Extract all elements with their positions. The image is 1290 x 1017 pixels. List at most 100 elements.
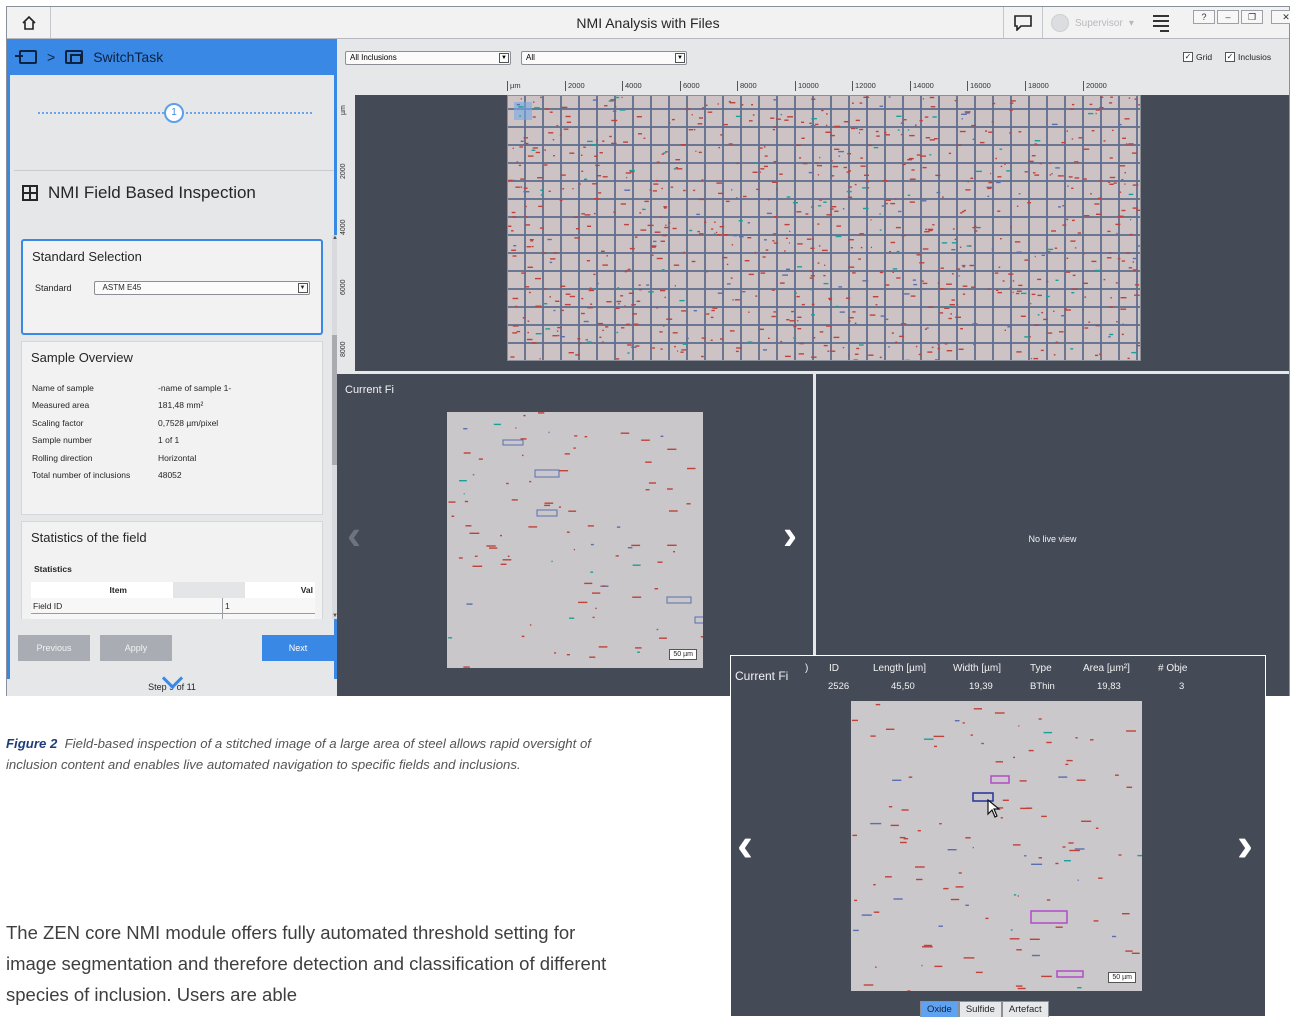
inclusion-speck — [663, 206, 668, 208]
inclusion-speck — [1077, 232, 1081, 234]
inclusion-outline[interactable] — [1030, 910, 1068, 924]
inclusion-speck — [1091, 130, 1095, 132]
chat-button[interactable] — [1003, 7, 1043, 38]
inclusion-speck — [706, 313, 710, 315]
inclusion-speck — [569, 617, 575, 619]
inclusion-speck — [937, 282, 940, 284]
inclusion-speck — [634, 236, 638, 238]
grid-checkbox[interactable]: ✓ Grid — [1183, 52, 1212, 62]
inclusion-speck — [985, 917, 989, 920]
inclusion-speck — [817, 174, 820, 176]
inclusion-speck — [901, 234, 907, 237]
inclusion-speck — [602, 329, 604, 332]
stitched-overview-image[interactable] — [507, 95, 1141, 361]
inclusion-speck — [1095, 354, 1099, 357]
inclusion-speck — [838, 286, 843, 288]
inclusion-speck — [784, 223, 790, 226]
inclusion-speck — [924, 116, 929, 118]
col-value-header[interactable]: Val — [245, 585, 315, 595]
inclusion-speck — [589, 656, 596, 658]
inclusion-speck — [602, 341, 604, 343]
close-button[interactable]: ✕ — [1271, 10, 1290, 24]
inclusion-speck — [557, 334, 560, 337]
ruler-tick: 6000 — [680, 81, 700, 91]
inclusion-speck — [540, 189, 543, 191]
inclusion-speck — [932, 116, 937, 118]
minimize-button[interactable]: – — [1217, 10, 1239, 24]
inclusion-speck — [974, 226, 981, 229]
inclusion-speck — [834, 125, 840, 128]
inclusion-speck — [917, 830, 921, 832]
segment-sulfide[interactable]: Sulfide — [958, 1001, 1002, 1017]
inclusion-outline[interactable] — [1056, 970, 1084, 978]
inclusion-speck — [958, 348, 964, 350]
inclusion-filter-select[interactable]: All Inclusions ▼ — [345, 51, 511, 65]
current-field-image[interactable]: 50 µm — [447, 412, 703, 668]
table-row[interactable]: Field ID 1 — [31, 597, 315, 614]
inclusion-outline[interactable] — [502, 439, 524, 446]
inclusion-speck — [667, 448, 677, 450]
inclusion-speck — [609, 135, 612, 138]
inclusion-outline[interactable] — [536, 509, 558, 517]
standard-select[interactable]: ASTM E45 ▼ — [93, 281, 310, 295]
inclusion-speck — [1012, 844, 1021, 846]
inclusion-speck — [584, 436, 588, 438]
inclusion-speck — [815, 123, 819, 126]
apply-button[interactable]: Apply — [100, 635, 172, 661]
inclusion-speck — [793, 337, 797, 339]
inclusion-speck — [954, 99, 957, 102]
inclusion-speck — [873, 884, 876, 886]
inclusion-speck — [1124, 118, 1130, 120]
restore-button[interactable]: ❐ — [1241, 10, 1263, 24]
inclusion-speck — [564, 453, 570, 455]
inclusion-speck — [648, 482, 656, 484]
overview-key: Rolling direction — [32, 452, 93, 463]
breadcrumb-current[interactable]: SwitchTask — [93, 49, 163, 65]
inclusion-speck — [1094, 269, 1100, 272]
inclusion-outline[interactable] — [534, 469, 560, 478]
user-menu[interactable]: Supervisor ▾ — [1051, 13, 1143, 33]
inclusion-speck — [665, 224, 667, 226]
inclusions-checkbox[interactable]: ✓ Inclusios — [1225, 52, 1271, 62]
inclusion-speck — [1119, 191, 1122, 193]
detail-field-image[interactable]: 50 µm — [851, 701, 1142, 991]
overview-pane: µm 2000 4000 6000 8000 10000 12000 14000… — [337, 77, 1289, 371]
inclusion-speck — [518, 106, 524, 108]
type-filter-select[interactable]: All ▼ — [521, 51, 687, 65]
stepper-current[interactable]: 1 — [164, 103, 184, 123]
inclusion-speck — [631, 544, 641, 547]
segment-artefact[interactable]: Artefact — [1001, 1001, 1049, 1017]
chevron-left-icon[interactable]: ‹ — [737, 822, 753, 870]
inclusion-speck — [1074, 247, 1077, 249]
inclusion-speck — [924, 231, 930, 233]
inclusion-speck — [920, 155, 926, 157]
menu-icon[interactable] — [1153, 15, 1169, 32]
inclusion-speck — [1033, 357, 1039, 360]
inclusion-speck — [998, 266, 1001, 268]
segment-oxide[interactable]: Oxide — [920, 1001, 959, 1017]
inclusion-outline[interactable] — [666, 596, 692, 604]
chevron-right-icon[interactable]: › — [1237, 822, 1253, 870]
next-button[interactable]: Next — [262, 635, 334, 661]
chevron-right-icon[interactable]: › — [783, 514, 797, 556]
inclusion-outline[interactable] — [694, 616, 703, 624]
inclusion-speck — [1106, 257, 1112, 259]
detail-header: ID — [829, 663, 839, 674]
inclusion-speck — [563, 128, 569, 130]
overview-key: Name of sample — [32, 382, 94, 393]
help-button[interactable]: ? — [1193, 10, 1215, 24]
table-row[interactable]: Rating — [31, 613, 315, 619]
section-title: NMI Field Based Inspection — [48, 183, 256, 202]
inclusion-speck — [698, 117, 703, 119]
inclusion-speck — [675, 159, 681, 161]
chevron-left-icon[interactable]: ‹ — [347, 514, 361, 556]
inclusion-outline[interactable] — [990, 775, 1010, 784]
col-item-header[interactable]: Item — [31, 585, 127, 595]
back-icon[interactable] — [15, 50, 37, 64]
inclusion-speck — [566, 121, 572, 123]
inclusion-speck — [1130, 218, 1132, 221]
previous-button[interactable]: Previous — [18, 635, 90, 661]
inclusion-speck — [1136, 209, 1140, 211]
body-paragraph: The ZEN core NMI module offers fully aut… — [6, 922, 607, 1005]
inclusion-speck — [502, 559, 512, 561]
